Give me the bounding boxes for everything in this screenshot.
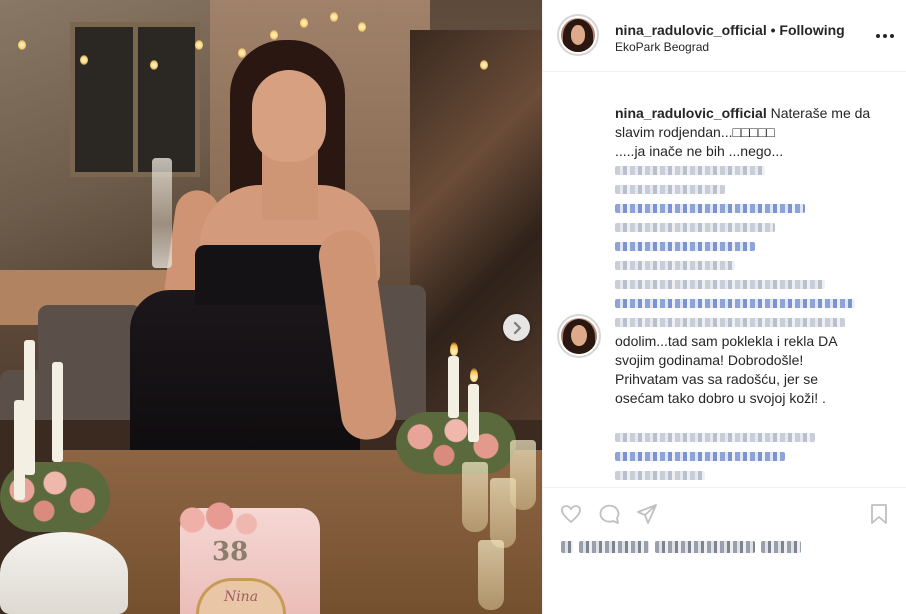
post-caption: nina_radulovic_official Nateraše me da s… [557, 104, 890, 408]
share-icon[interactable] [635, 502, 659, 526]
redacted-text [615, 218, 890, 237]
woman-face [252, 70, 326, 162]
action-icons-row [559, 502, 659, 526]
redacted-text [615, 180, 890, 199]
more-options-icon [876, 34, 894, 38]
champagne-glass [510, 440, 536, 510]
location-link[interactable]: EkoPark Beograd [615, 40, 709, 54]
caption-text: odolim...tad sam poklekla i rekla DA [615, 333, 838, 349]
caption-text: Prihvatam vas sa radošću, jer se [615, 371, 819, 387]
post-photo[interactable]: 38 Nina [0, 0, 542, 614]
redacted-text [615, 275, 890, 294]
plate-stack [0, 532, 128, 614]
flower-arrangement [396, 412, 516, 474]
caption-emoji: □□□□□ [732, 124, 775, 140]
candle [448, 356, 459, 418]
comment-icon[interactable] [597, 502, 621, 526]
redacted-text [615, 199, 890, 218]
background-window [70, 22, 200, 177]
champagne-glass [462, 462, 488, 532]
username-link[interactable]: nina_radulovic_official [615, 22, 767, 38]
candle [24, 340, 35, 475]
redacted-text [615, 161, 890, 180]
candle [468, 384, 479, 442]
post-side-panel: nina_radulovic_official • Following EkoP… [542, 0, 906, 614]
redacted-likes [561, 540, 807, 558]
separator-dot: • [770, 22, 776, 38]
bookmark-icon[interactable] [867, 502, 891, 526]
candle-flame [470, 368, 478, 382]
caption-avatar[interactable] [557, 314, 601, 358]
champagne-glass [152, 158, 172, 268]
post-username-row: nina_radulovic_official • Following [615, 22, 845, 38]
next-photo-button[interactable] [503, 314, 530, 341]
cake-number-topper: 38 [212, 537, 249, 567]
caption-text: .....ja inače ne bih ...nego... [615, 143, 784, 159]
post-header: nina_radulovic_official • Following EkoP… [543, 0, 906, 72]
avatar[interactable] [557, 14, 599, 56]
candle-flame [450, 342, 458, 356]
redacted-text [615, 237, 890, 256]
redacted-text [615, 294, 890, 313]
caption-text: osećam tako dobro u svojoj koži! . [615, 390, 826, 406]
chevron-right-icon [513, 321, 521, 334]
heart-icon[interactable] [559, 502, 583, 526]
redacted-text [615, 313, 890, 332]
candle [14, 400, 25, 500]
cake-roses [170, 500, 260, 540]
champagne-glass [478, 540, 504, 610]
post-actions [543, 487, 906, 614]
redacted-comment [615, 428, 885, 485]
caption-text: svojim godinama! Dobrodošle! [615, 352, 804, 368]
more-options-button[interactable] [873, 24, 897, 48]
caption-username[interactable]: nina_radulovic_official [615, 105, 767, 121]
following-button[interactable]: Following [779, 22, 844, 38]
candle [52, 362, 63, 462]
redacted-text [615, 256, 890, 275]
